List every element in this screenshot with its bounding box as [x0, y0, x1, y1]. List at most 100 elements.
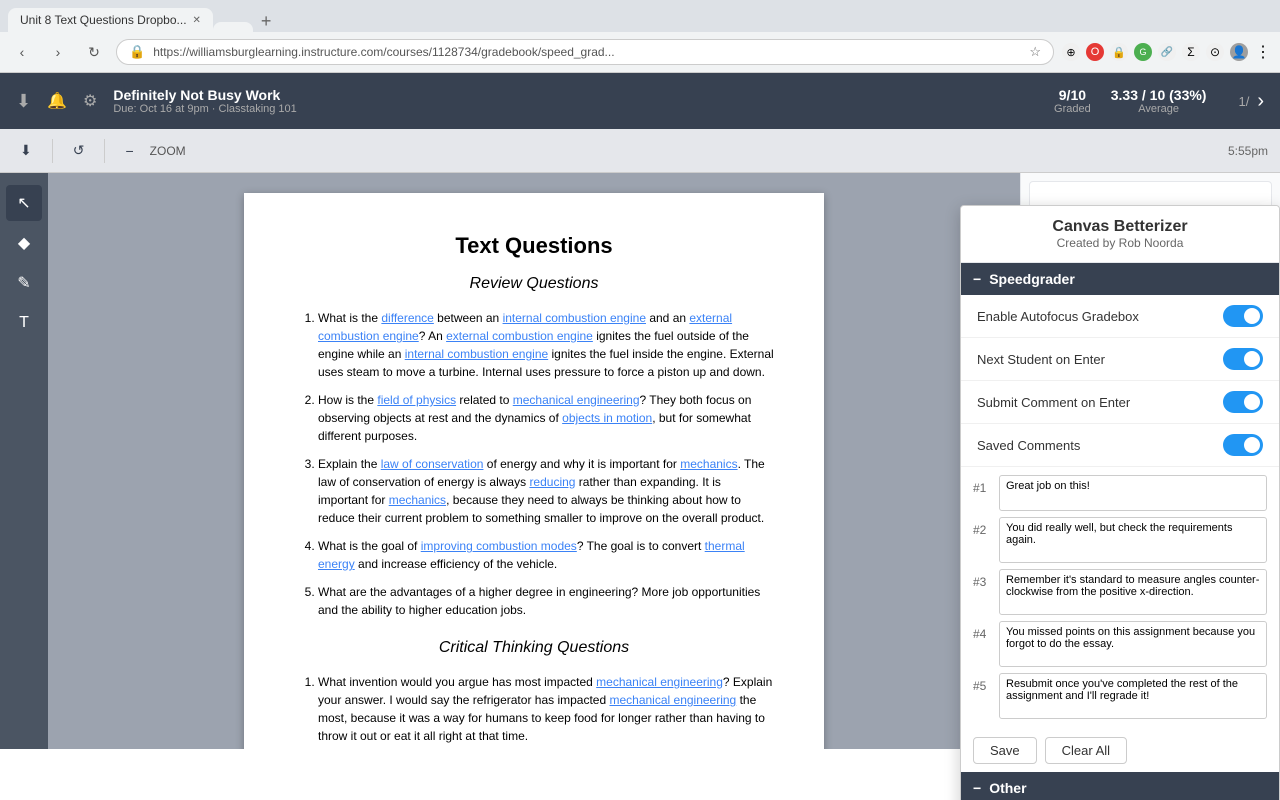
forward-btn[interactable]: › — [44, 38, 72, 66]
extension-icon-4[interactable]: G — [1134, 43, 1152, 61]
sg-download-icon[interactable]: ⬇ — [16, 91, 31, 112]
comment-row-3: #3 Remember it's standard to measure ang… — [973, 569, 1267, 615]
panel-header: Canvas Betterizer Created by Rob Noorda — [961, 206, 1279, 263]
submit-comment-toggle[interactable] — [1223, 391, 1263, 413]
sg-due: Due: Oct 16 at 9pm · Classtaking 101 — [113, 103, 296, 115]
panel-title: Canvas Betterizer — [977, 218, 1263, 236]
autofocus-toggle[interactable] — [1223, 305, 1263, 327]
other-toggle-icon: − — [973, 780, 981, 796]
doc-critical-list: What invention would you argue has most … — [294, 673, 774, 749]
extension-icon-sigma[interactable]: Σ — [1182, 43, 1200, 61]
comment-num-4: #4 — [973, 621, 993, 641]
doc-section-2: Critical Thinking Questions — [294, 639, 774, 657]
speedgrader-toggle-icon: − — [973, 271, 981, 287]
viewer-toolbar: ⬇ ↺ − ZOOM 5:55pm — [0, 129, 1280, 173]
reload-btn[interactable]: ↺ — [65, 138, 93, 163]
sg-bell-icon[interactable]: 🔔 — [47, 91, 67, 111]
content-area: ↖ ◆ ✎ T Text Questions Review Questions … — [0, 173, 1280, 749]
speedgrader-section-title: Speedgrader — [989, 271, 1075, 287]
comment-textarea-2[interactable]: You did really well, but check the requi… — [999, 517, 1267, 563]
zoom-minus-btn[interactable]: − — [117, 139, 141, 163]
comment-textarea-3[interactable]: Remember it's standard to measure angles… — [999, 569, 1267, 615]
extension-icon-3[interactable]: 🔒 — [1110, 43, 1128, 61]
comment-row-4: #4 You missed points on this assignment … — [973, 621, 1267, 667]
browser-bar: ‹ › ↻ 🔒 https://williamsburglearning.ins… — [0, 32, 1280, 72]
anchor-tool-btn[interactable]: ◆ — [6, 225, 42, 261]
speedgrader-section-header[interactable]: − Speedgrader — [961, 263, 1279, 295]
setting-autofocus: Enable Autofocus Gradebox — [961, 295, 1279, 338]
list-item: How is the field of physics related to m… — [318, 391, 774, 445]
inactive-tab[interactable] — [213, 22, 253, 32]
sg-grade-average: 3.33 / 10 (33%) Average — [1111, 87, 1207, 115]
comment-num-2: #2 — [973, 517, 993, 537]
saved-comments-toggle[interactable] — [1223, 434, 1263, 456]
browser-icons: ⊕ O 🔒 G 🔗 Σ ⊙ 👤 ⋮ — [1062, 43, 1272, 61]
refresh-btn[interactable]: ↻ — [80, 38, 108, 66]
download-btn[interactable]: ⬇ — [12, 138, 40, 163]
other-section-title: Other — [989, 780, 1026, 796]
setting-next-student: Next Student on Enter — [961, 338, 1279, 381]
time-label: 5:55pm — [1228, 144, 1268, 158]
extension-icon-6[interactable]: ⊙ — [1206, 43, 1224, 61]
extension-icon-2[interactable]: O — [1086, 43, 1104, 61]
setting-submit-comment: Submit Comment on Enter — [961, 381, 1279, 424]
comment-buttons-row: Save Clear All — [961, 733, 1279, 772]
tab-close-btn[interactable]: ✕ — [193, 15, 201, 26]
full-layout: Unit 8 Text Questions Dropbo... ✕ + ‹ › … — [0, 0, 1280, 800]
save-btn[interactable]: Save — [973, 737, 1037, 764]
doc-area: Text Questions Review Questions What is … — [48, 173, 1020, 749]
text-tool-btn[interactable]: T — [6, 305, 42, 341]
list-item: What is the difference between an intern… — [318, 309, 774, 381]
pen-tool-btn[interactable]: ✎ — [6, 265, 42, 301]
tab-label: Unit 8 Text Questions Dropbo... — [20, 13, 187, 27]
toolbar-separator-1 — [52, 139, 53, 163]
setting-saved-comments: Saved Comments — [961, 424, 1279, 467]
doc-toolbar: ↖ ◆ ✎ T — [0, 173, 48, 749]
comment-row-2: #2 You did really well, but check the re… — [973, 517, 1267, 563]
sg-next-btn[interactable]: › — [1257, 90, 1264, 113]
comment-num-5: #5 — [973, 673, 993, 693]
address-bar[interactable]: 🔒 https://williamsburglearning.instructu… — [116, 39, 1054, 65]
overlay-panel: Canvas Betterizer Created by Rob Noorda … — [960, 205, 1280, 800]
sg-title: Definitely Not Busy Work — [113, 87, 296, 103]
browser-tabs: Unit 8 Text Questions Dropbo... ✕ + — [0, 0, 1280, 32]
list-item: What is the goal of improving combustion… — [318, 537, 774, 573]
sg-nav-current: 1/ — [1238, 94, 1249, 109]
doc-section-1: Review Questions — [294, 275, 774, 293]
comment-num-1: #1 — [973, 475, 993, 495]
other-section-header[interactable]: − Other — [961, 772, 1279, 800]
panel-subtitle: Created by Rob Noorda — [977, 236, 1263, 250]
address-text: https://williamsburglearning.instructure… — [153, 45, 1021, 59]
new-tab-btn[interactable]: + — [253, 11, 280, 32]
clear-all-btn[interactable]: Clear All — [1045, 737, 1127, 764]
extension-icon-1[interactable]: ⊕ — [1062, 43, 1080, 61]
list-item: What are the advantages of a higher degr… — [318, 583, 774, 619]
comment-textarea-1[interactable]: Great job on this! — [999, 475, 1267, 511]
next-student-toggle[interactable] — [1223, 348, 1263, 370]
sg-grade-fraction: 9/10 Graded — [1054, 87, 1091, 115]
comment-num-3: #3 — [973, 569, 993, 589]
back-btn[interactable]: ‹ — [8, 38, 36, 66]
comment-textarea-5[interactable]: Resubmit once you've completed the rest … — [999, 673, 1267, 719]
comment-row-1: #1 Great job on this! — [973, 475, 1267, 511]
next-student-label: Next Student on Enter — [977, 352, 1105, 367]
zoom-label: ZOOM — [150, 144, 186, 158]
list-item: What invention would you argue has most … — [318, 673, 774, 745]
doc-title: Text Questions — [294, 233, 774, 259]
comment-textarea-4[interactable]: You missed points on this assignment bec… — [999, 621, 1267, 667]
sg-bar: ⬇ 🔔 ⚙ Definitely Not Busy Work Due: Oct … — [0, 73, 1280, 129]
comment-row-5: #5 Resubmit once you've completed the re… — [973, 673, 1267, 719]
menu-btn[interactable]: ⋮ — [1254, 43, 1272, 61]
active-tab[interactable]: Unit 8 Text Questions Dropbo... ✕ — [8, 8, 213, 32]
autofocus-label: Enable Autofocus Gradebox — [977, 309, 1139, 324]
cursor-tool-btn[interactable]: ↖ — [6, 185, 42, 221]
sg-grade-info: 9/10 Graded 3.33 / 10 (33%) Average — [1054, 87, 1206, 115]
doc-review-list: What is the difference between an intern… — [294, 309, 774, 619]
toolbar-separator-2 — [104, 139, 105, 163]
sg-settings-icon[interactable]: ⚙ — [83, 91, 97, 111]
toolbar-right: 5:55pm — [1228, 144, 1268, 158]
extension-icon-5[interactable]: 🔗 — [1158, 43, 1176, 61]
submit-comment-label: Submit Comment on Enter — [977, 395, 1130, 410]
user-avatar[interactable]: 👤 — [1230, 43, 1248, 61]
list-item: Explain the law of conservation of energ… — [318, 455, 774, 527]
